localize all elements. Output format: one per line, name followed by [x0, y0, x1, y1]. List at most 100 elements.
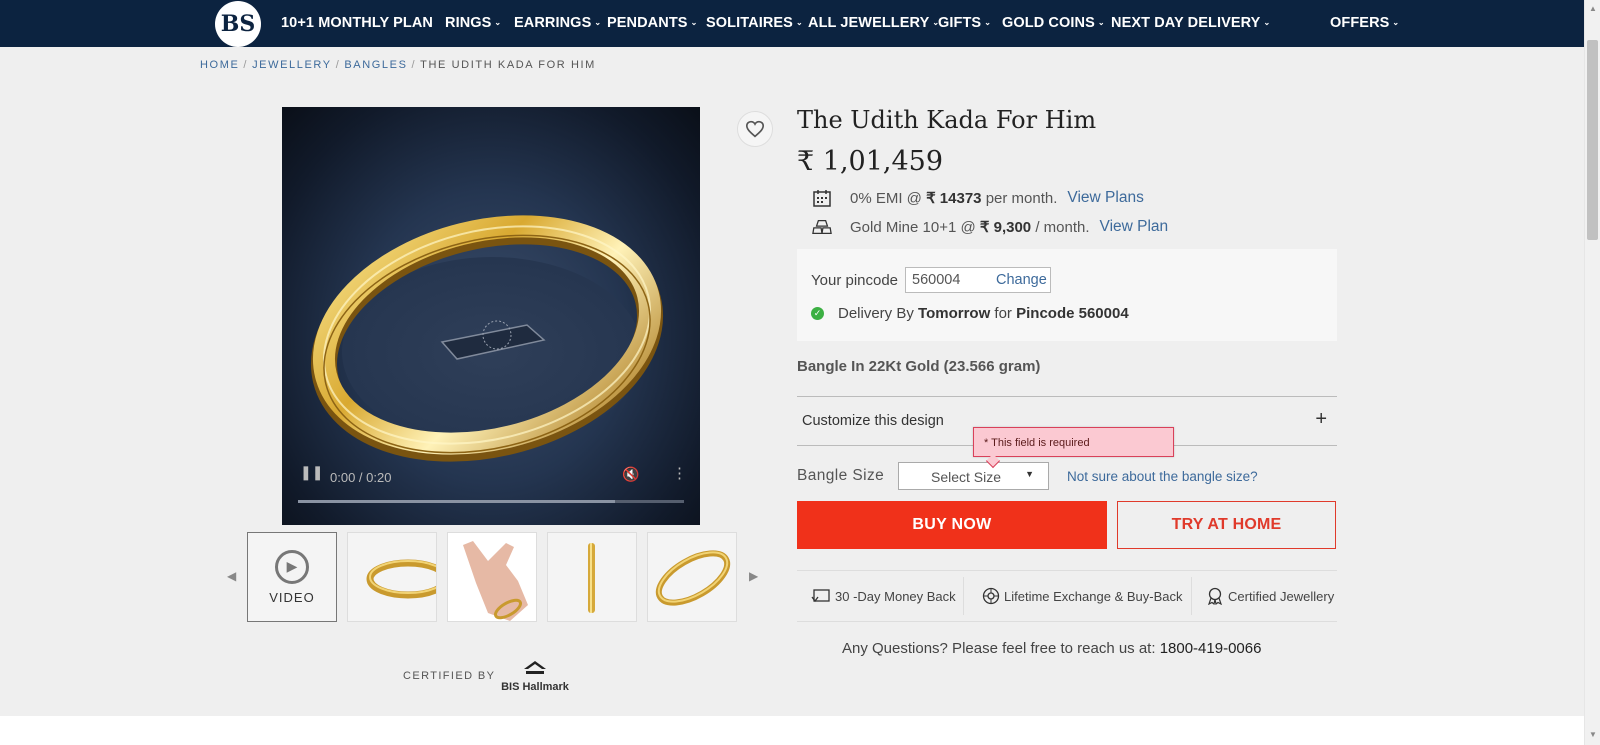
delivery-mid: for [994, 305, 1012, 322]
thumbnails-prev-arrow[interactable]: ◀ [227, 569, 236, 583]
emi-row: 0% EMI @ ₹ 14373 per month. View Plans [812, 188, 1144, 208]
certified-by-label: CERTIFIED BY [403, 670, 496, 682]
chevron-down-icon: ⌄ [690, 18, 698, 27]
validation-error-text: * This field is required [984, 437, 1090, 449]
pincode-change-link[interactable]: Change [996, 272, 1047, 288]
pincode-box: Your pincode 560004 Change ✓ Delivery By… [797, 249, 1337, 341]
video-buffered-bar [298, 500, 615, 503]
video-progress-bar[interactable] [298, 500, 684, 503]
chevron-down-icon: ⌄ [984, 18, 992, 27]
product-description: Bangle In 22Kt Gold (23.566 gram) [797, 358, 1041, 375]
caret-down-icon: ▼ [1025, 469, 1034, 479]
video-time: 0:00 / 0:20 [330, 470, 392, 485]
assurance-money-back: 30 -Day Money Back [797, 578, 963, 614]
view-plans-link[interactable]: View Plans [1067, 189, 1143, 207]
wishlist-button[interactable] [737, 111, 773, 147]
bangle-edge-image [588, 543, 595, 613]
assurance-certified: Certified Jewellery [1192, 578, 1334, 614]
assurance-money-back-label: 30 -Day Money Back [835, 588, 956, 604]
hand-image [463, 541, 528, 621]
customize-design-label: Customize this design [802, 413, 944, 429]
product-title: The Udith Kada For Him [797, 106, 1097, 134]
delivery-prefix: Delivery By [838, 305, 914, 322]
goldmine-prefix: Gold Mine 10+1 @ [850, 218, 976, 236]
assurance-exchange: Lifetime Exchange & Buy-Back [964, 578, 1191, 614]
validation-error-tooltip: * This field is required [973, 427, 1174, 469]
goldmine-row: Gold Mine 10+1 @ ₹ 9,300 / month. View P… [812, 217, 1168, 237]
goldmine-amount: ₹ 9,300 [979, 219, 1032, 236]
thumbnail-video[interactable]: ▶ VIDEO [247, 532, 337, 622]
nav-item-earrings[interactable]: EARRINGS ⌄ [514, 15, 601, 31]
brand-logo-text: BS [220, 11, 256, 37]
nav-item-pendants[interactable]: PENDANTS ⌄ [607, 15, 697, 31]
thumbnail-bangle-side[interactable] [347, 532, 437, 622]
nav-item-offers[interactable]: OFFERS ⌄ [1330, 15, 1399, 31]
nav-item-solitaires[interactable]: SOLITAIRES ⌄ [706, 15, 803, 31]
plus-icon: + [1315, 408, 1327, 430]
chevron-down-icon: ⌄ [795, 18, 803, 27]
assurance-certified-label: Certified Jewellery [1228, 588, 1335, 604]
check-icon: ✓ [811, 307, 824, 320]
scroll-up-arrow[interactable]: ▲ [1589, 4, 1597, 13]
nav-item-rings[interactable]: RINGS ⌄ [445, 15, 501, 31]
nav-item-gold-coins[interactable]: GOLD COINS ⌄ [1002, 15, 1105, 31]
emi-suffix: per month. [985, 189, 1058, 207]
try-at-home-button[interactable]: TRY AT HOME [1117, 501, 1336, 549]
product-price: ₹ 1,01,459 [797, 146, 943, 177]
heart-icon [745, 120, 765, 138]
thumbnail-bangle-angle[interactable] [647, 532, 737, 622]
delivery-pincode: Pincode 560004 [1016, 305, 1129, 322]
pincode-field[interactable]: 560004 Change [905, 267, 1051, 293]
bangle-size-help-link[interactable]: Not sure about the bangle size? [1067, 469, 1258, 484]
brand-logo[interactable]: BS [215, 1, 261, 47]
bangle-side-image [366, 559, 436, 599]
product-video[interactable]: ❚❚ 0:00 / 0:20 🔇 ⋮ [282, 107, 700, 525]
bis-hallmark-text: BIS Hallmark [501, 681, 569, 693]
pause-icon[interactable]: ❚❚ [300, 464, 323, 481]
chevron-down-icon: ⌄ [1392, 18, 1400, 27]
chevron-down-icon: ⌄ [594, 18, 602, 27]
bis-hallmark-logo: BIS Hallmark [500, 660, 570, 693]
footer-strip [0, 716, 1584, 745]
bangle-image [310, 215, 664, 462]
mute-icon[interactable]: 🔇 [622, 466, 639, 483]
nav-item-gifts[interactable]: GIFTS ⌄ [938, 15, 991, 31]
chevron-down-icon: ⌄ [494, 18, 502, 27]
pincode-label: Your pincode [811, 272, 899, 289]
breadcrumb-jewellery[interactable]: JEWELLERY [252, 59, 332, 71]
page-scrollbar[interactable]: ▲ ▼ [1584, 0, 1600, 745]
certificate-icon [1206, 587, 1224, 605]
thumbnail-bangle-edge[interactable] [547, 532, 637, 622]
gold-bars-icon [812, 217, 832, 237]
bangle-angle-image [655, 550, 731, 606]
breadcrumb-home[interactable]: HOME [200, 59, 239, 71]
nav-item-next-day-delivery[interactable]: NEXT DAY DELIVERY ⌄ [1111, 15, 1270, 31]
play-icon: ▶ [275, 549, 309, 584]
breadcrumb-current: THE UDITH KADA FOR HIM [420, 59, 596, 71]
view-plan-link[interactable]: View Plan [1100, 218, 1169, 236]
bangle-size-select-value: Select Size [931, 469, 1002, 485]
return-icon [811, 588, 831, 604]
contact-info: Any Questions? Please feel free to reach… [842, 640, 1261, 657]
breadcrumb-bangles[interactable]: BANGLES [344, 59, 407, 71]
goldmine-suffix: / month. [1035, 218, 1090, 236]
chevron-down-icon: ⌄ [1263, 18, 1271, 27]
nav-item-monthly-plan[interactable]: 10+1 MONTHLY PLAN [281, 15, 433, 31]
bangle-size-label: Bangle Size [797, 467, 885, 484]
breadcrumb: HOME / JEWELLERY / BANGLES / THE UDITH KADA FO… [200, 59, 596, 71]
delivery-day: Tomorrow [918, 305, 991, 322]
nav-item-all-jewellery[interactable]: ALL JEWELLERY ⌄ [808, 15, 939, 31]
contact-phone[interactable]: 1800-419-0066 [1160, 640, 1262, 657]
bis-hallmark-icon [524, 661, 546, 674]
chevron-down-icon: ⌄ [1097, 18, 1105, 27]
thumbnails-next-arrow[interactable]: ▶ [749, 569, 758, 583]
thumbnail-on-hand[interactable] [447, 532, 537, 622]
more-options-icon[interactable]: ⋮ [672, 464, 687, 482]
emi-prefix: 0% EMI @ [850, 189, 922, 207]
scroll-thumb[interactable] [1587, 40, 1598, 240]
calendar-icon [812, 188, 832, 208]
buy-now-button[interactable]: BUY NOW [797, 501, 1107, 549]
scroll-down-arrow[interactable]: ▼ [1589, 730, 1597, 739]
pincode-value[interactable]: 560004 [912, 272, 960, 288]
bangle-size-select[interactable]: Select Size ▼ [898, 462, 1049, 490]
